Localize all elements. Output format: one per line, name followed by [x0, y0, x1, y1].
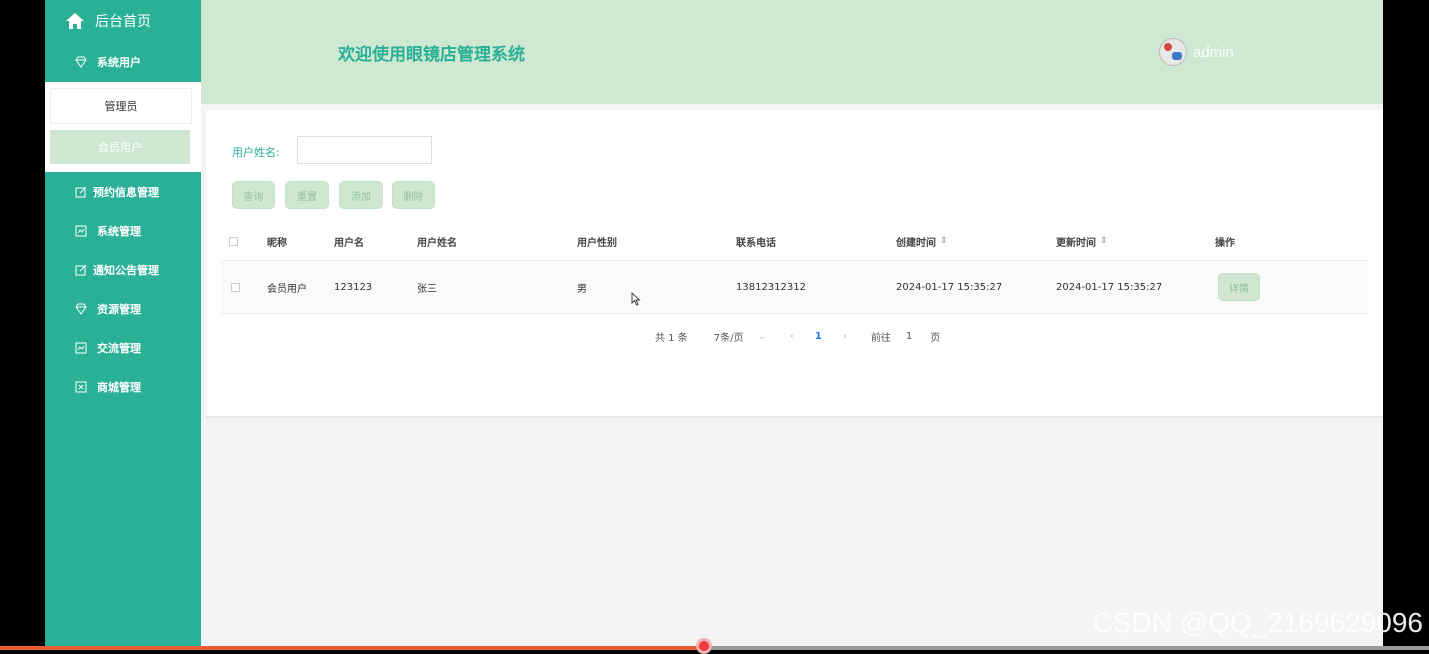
avatar [1159, 38, 1187, 66]
col-phone: 联系电话 [736, 237, 776, 249]
sidebar-item-label: 通知公告管理 [93, 264, 159, 277]
col-created[interactable]: 创建时间 ⇕ [896, 222, 948, 260]
row-checkbox[interactable] [231, 261, 240, 313]
col-username: 用户名 [334, 237, 364, 249]
sidebar-item-exchange[interactable]: 交流管理 [45, 330, 201, 366]
col-updated-label: 更新时间 [1056, 237, 1096, 249]
user-menu[interactable]: admin [1159, 38, 1234, 66]
user-name: admin [1193, 43, 1234, 61]
watermark: CSDN @QQ_2169629096 [1092, 607, 1423, 638]
pagination: 共 1 条 7条/页 ⌄ ‹ 1 › 前往 1 页 [655, 328, 940, 344]
close-box-icon [75, 381, 87, 393]
cell-phone: 13812312312 [736, 281, 806, 293]
table-header: 昵称 用户名 用户姓名 用户性别 联系电话 创建时间 ⇕ 更新时间 ⇕ 操作 [221, 222, 1368, 261]
diamond-icon [75, 56, 87, 68]
chart-icon [75, 342, 87, 354]
pager-page[interactable]: 1 [815, 331, 822, 342]
cell-gender: 男 [577, 283, 587, 295]
header: 欢迎使用眼镜店管理系统 admin [201, 0, 1383, 104]
chart-icon [75, 225, 87, 237]
sidebar-item-system[interactable]: 系统管理 [45, 213, 201, 249]
diamond-icon [75, 303, 87, 315]
pager-size-select[interactable]: 7条/页 [714, 329, 744, 344]
home-icon [66, 13, 84, 29]
sidebar-item-label: 系统用户 [97, 56, 141, 69]
data-table: 昵称 用户名 用户姓名 用户性别 联系电话 创建时间 ⇕ 更新时间 ⇕ 操作 会员用… [221, 222, 1368, 314]
sort-icon: ⇕ [1100, 236, 1108, 246]
cell-nickname: 会员用户 [267, 283, 307, 295]
sidebar-item-label: 交流管理 [97, 342, 141, 355]
col-action: 操作 [1215, 237, 1235, 249]
content-panel: 用户姓名: 查询 重置 添加 删除 昵称 用户名 用户姓名 用户性别 联系电话 … [206, 110, 1383, 418]
edit-icon [75, 264, 87, 276]
video-progress-fill [0, 646, 705, 650]
chevron-down-icon: ⌄ [757, 330, 766, 342]
search-input[interactable] [297, 136, 432, 164]
edit-icon [75, 186, 87, 198]
cell-updated: 2024-01-17 15:35:27 [1056, 281, 1163, 293]
query-button[interactable]: 查询 [232, 181, 275, 209]
sidebar-item-resources[interactable]: 资源管理 [45, 291, 201, 327]
delete-button[interactable]: 删除 [392, 181, 435, 209]
sidebar-subitem-member[interactable]: 会员用户 [50, 130, 190, 164]
sidebar-item-reservations[interactable]: 预约信息管理 [45, 174, 201, 210]
reset-button[interactable]: 重置 [285, 181, 329, 209]
select-all-checkbox[interactable] [229, 222, 238, 260]
pager-unit: 页 [930, 332, 941, 344]
page-title: 欢迎使用眼镜店管理系统 [338, 45, 525, 65]
col-created-label: 创建时间 [896, 237, 936, 249]
sort-icon: ⇕ [940, 236, 948, 246]
sidebar-home-label: 后台首页 [95, 14, 151, 30]
app-screen: 后台首页 系统用户 管理员 会员用户 预约信息管理 系统管理 通知公告管理 资源… [45, 0, 1383, 650]
cell-username: 123123 [334, 281, 373, 293]
cell-created: 2024-01-17 15:35:27 [896, 281, 1003, 293]
sidebar-item-notices[interactable]: 通知公告管理 [45, 252, 201, 288]
sidebar-item-home[interactable]: 后台首页 [45, 0, 201, 42]
sidebar-item-label: 资源管理 [97, 303, 141, 316]
detail-button[interactable]: 详情 [1218, 273, 1260, 301]
sidebar-item-label: 系统管理 [97, 225, 141, 238]
sidebar-subitem-admin[interactable]: 管理员 [50, 88, 192, 124]
col-nickname: 昵称 [267, 237, 287, 249]
cell-realname: 张三 [417, 283, 437, 295]
sidebar-submenu: 管理员 会员用户 [45, 82, 201, 172]
sidebar-item-label: 商城管理 [97, 381, 141, 394]
sidebar-item-label: 预约信息管理 [93, 186, 159, 199]
cell-action: 详情 [1218, 261, 1260, 313]
pager-next[interactable]: › [843, 331, 847, 342]
col-gender: 用户性别 [577, 237, 617, 249]
search-label: 用户姓名: [232, 146, 280, 159]
pager-prev[interactable]: ‹ [790, 331, 794, 342]
col-updated[interactable]: 更新时间 ⇕ [1056, 222, 1108, 260]
col-realname: 用户姓名 [417, 237, 457, 249]
sidebar-item-system-users[interactable]: 系统用户 [45, 44, 201, 80]
video-progress-handle[interactable] [696, 638, 713, 654]
table-row: 会员用户 123123 张三 男 13812312312 2024-01-17 … [221, 261, 1368, 314]
mouse-cursor-icon [631, 292, 641, 306]
add-button[interactable]: 添加 [339, 181, 383, 209]
pager-goto-label: 前往 [870, 332, 891, 344]
sidebar-item-shop[interactable]: 商城管理 [45, 369, 201, 405]
pager-goto-input[interactable]: 1 [906, 331, 912, 342]
sidebar: 后台首页 系统用户 管理员 会员用户 预约信息管理 系统管理 通知公告管理 资源… [45, 0, 201, 650]
pager-total: 共 1 条 [655, 332, 688, 344]
